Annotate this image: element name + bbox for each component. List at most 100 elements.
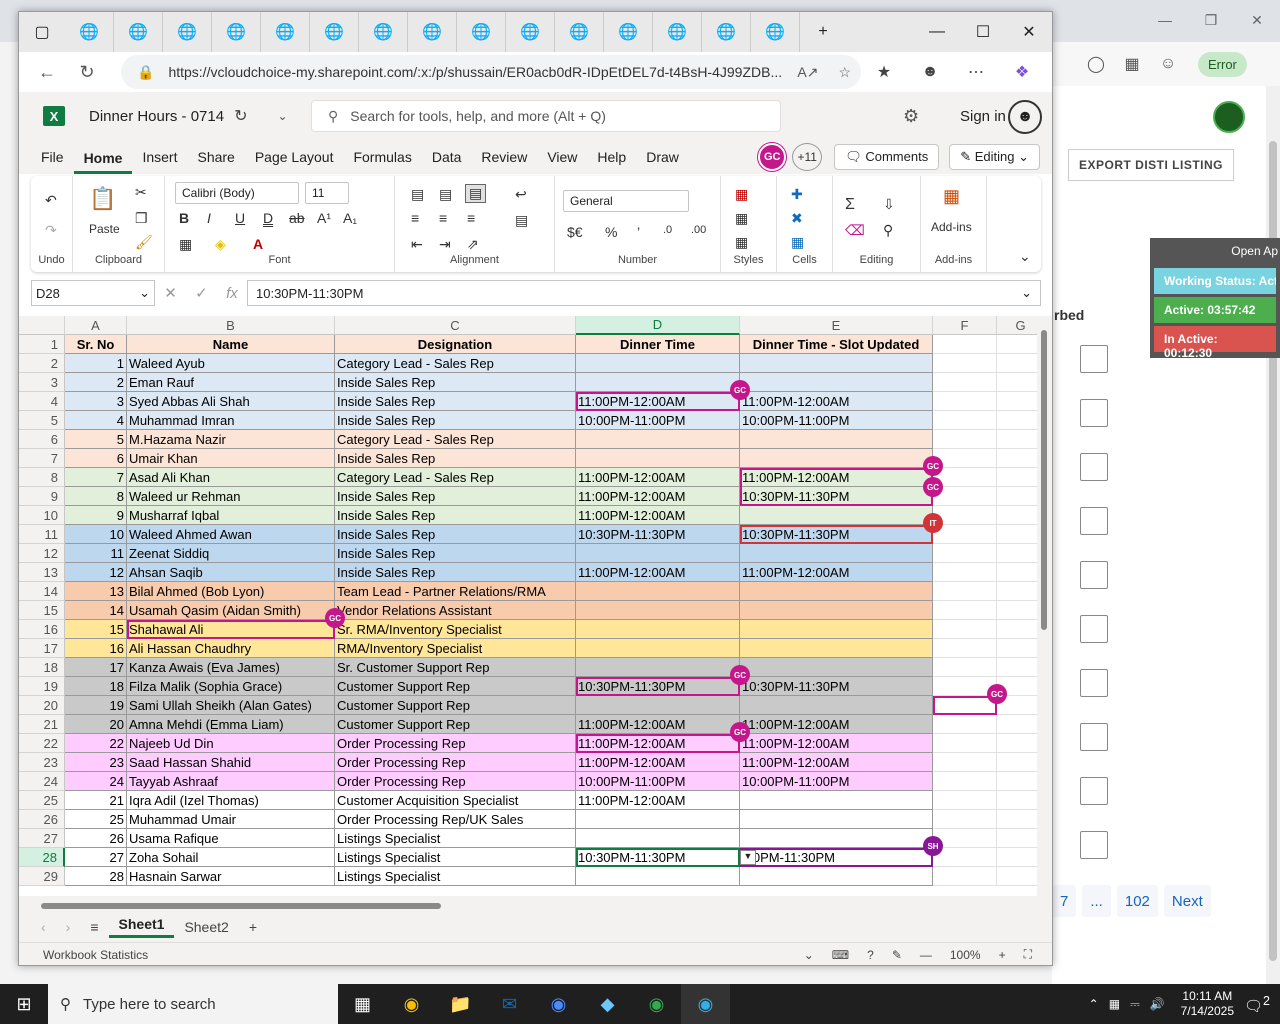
table-cell[interactable]: Inside Sales Rep: [335, 563, 576, 582]
row-header[interactable]: 18: [19, 658, 65, 677]
table-cell[interactable]: [576, 373, 740, 392]
table-cell[interactable]: Vendor Relations Assistant: [335, 601, 576, 620]
error-button[interactable]: Error: [1198, 51, 1247, 77]
increase-decimal-icon[interactable]: .0: [663, 224, 672, 236]
header-cell[interactable]: Name: [127, 335, 335, 354]
empty-cell[interactable]: [933, 810, 997, 829]
table-cell[interactable]: [740, 582, 933, 601]
user-icon[interactable]: ☻: [1008, 100, 1042, 134]
table-cell[interactable]: [740, 506, 933, 525]
table-cell[interactable]: Order Processing Rep: [335, 772, 576, 791]
table-cell[interactable]: 11:00PM-12:00AM: [740, 563, 933, 582]
table-cell[interactable]: Order Processing Rep: [335, 753, 576, 772]
app-icon[interactable]: ◆: [583, 984, 632, 1024]
globe-icon[interactable]: ◯: [1086, 54, 1106, 74]
table-cell[interactable]: [740, 696, 933, 715]
row-header[interactable]: 4: [19, 392, 65, 411]
table-cell[interactable]: [740, 373, 933, 392]
browser-tab[interactable]: 🌐: [359, 12, 408, 52]
table-cell[interactable]: Eman Rauf: [127, 373, 335, 392]
table-cell[interactable]: 11:00PM-12:00AM: [740, 753, 933, 772]
table-cell[interactable]: Muhammad Imran: [127, 411, 335, 430]
row-checkbox[interactable]: [1080, 723, 1108, 751]
table-cell[interactable]: Customer Acquisition Specialist: [335, 791, 576, 810]
borders-icon[interactable]: ▦: [179, 236, 192, 253]
tab-actions-icon[interactable]: ▢: [19, 12, 65, 52]
prev-sheet-icon[interactable]: ‹: [31, 919, 56, 935]
table-cell[interactable]: Filza Malik (Sophia Grace): [127, 677, 335, 696]
enter-icon[interactable]: ✓: [195, 284, 208, 302]
table-cell[interactable]: Usama Rafique: [127, 829, 335, 848]
table-cell[interactable]: Inside Sales Rep: [335, 411, 576, 430]
empty-cell[interactable]: [933, 392, 997, 411]
superscript-icon[interactable]: A¹: [317, 210, 331, 226]
tab-share[interactable]: Share: [187, 140, 244, 174]
format-cells-icon[interactable]: ▦: [791, 234, 804, 251]
table-cell[interactable]: [576, 867, 740, 886]
copilot-icon[interactable]: ❖: [999, 52, 1045, 92]
table-cell[interactable]: Customer Support Rep: [335, 715, 576, 734]
chevron-down-icon[interactable]: ⌄: [277, 109, 287, 123]
table-cell[interactable]: Amna Mehdi (Emma Liam): [127, 715, 335, 734]
table-cell[interactable]: Bilal Ahmed (Bob Lyon): [127, 582, 335, 601]
table-cell[interactable]: [576, 810, 740, 829]
row-checkbox[interactable]: [1080, 561, 1108, 589]
table-cell[interactable]: Customer Support Rep: [335, 677, 576, 696]
table-cell[interactable]: :30PM-11:30PM: [740, 848, 933, 867]
table-cell[interactable]: 10:30PM-11:30PM: [576, 677, 740, 696]
table-cell[interactable]: 11:00PM-12:00AM: [576, 468, 740, 487]
row-header[interactable]: 29: [19, 867, 65, 886]
header-cell[interactable]: Dinner Time - Slot Updated: [740, 335, 933, 354]
fullscreen-icon[interactable]: ⛶: [1024, 947, 1032, 962]
tab-data[interactable]: Data: [422, 140, 472, 174]
row-header[interactable]: 14: [19, 582, 65, 601]
sign-in-link[interactable]: Sign in: [960, 108, 1006, 125]
insert-cells-icon[interactable]: ✚: [791, 186, 803, 203]
table-cell[interactable]: Waleed ur Rehman: [127, 487, 335, 506]
table-cell[interactable]: Shahawal Ali: [127, 620, 335, 639]
row-header[interactable]: 20: [19, 696, 65, 715]
table-cell[interactable]: 9: [65, 506, 127, 525]
table-cell[interactable]: Waleed Ahmed Awan: [127, 525, 335, 544]
browser-tab[interactable]: 🌐: [65, 12, 114, 52]
empty-cell[interactable]: [933, 753, 997, 772]
background-scrollbar[interactable]: [1266, 86, 1280, 984]
table-cell[interactable]: 10:30PM-11:30PM: [740, 525, 933, 544]
table-cell[interactable]: Usamah Qasim (Aidan Smith): [127, 601, 335, 620]
table-cell[interactable]: 10:30PM-11:30PM: [576, 525, 740, 544]
row-header[interactable]: 12: [19, 544, 65, 563]
page-link[interactable]: 7: [1052, 885, 1077, 917]
browser-tab[interactable]: 🌐: [114, 12, 163, 52]
edge-icon[interactable]: ◉: [681, 984, 730, 1024]
close-icon[interactable]: ✕: [1006, 12, 1052, 52]
close-icon[interactable]: ✕: [1234, 0, 1280, 40]
table-cell[interactable]: RMA/Inventory Specialist: [335, 639, 576, 658]
table-cell[interactable]: 28: [65, 867, 127, 886]
empty-cell[interactable]: [933, 734, 997, 753]
align-middle-icon[interactable]: ▤: [439, 186, 452, 203]
restore-icon[interactable]: ❐: [1188, 0, 1234, 40]
horizontal-scrollbar[interactable]: [31, 900, 1037, 912]
merge-icon[interactable]: ▤: [515, 212, 528, 229]
table-cell[interactable]: [576, 430, 740, 449]
table-cell[interactable]: 11:00PM-12:00AM: [576, 487, 740, 506]
page-link[interactable]: 102: [1116, 885, 1158, 917]
table-cell[interactable]: M.Hazama Nazir: [127, 430, 335, 449]
table-cell[interactable]: Listings Specialist: [335, 848, 576, 867]
table-cell[interactable]: 11:00PM-12:00AM: [576, 563, 740, 582]
table-cell[interactable]: 25: [65, 810, 127, 829]
scrollbar-thumb[interactable]: [41, 903, 441, 909]
table-cell[interactable]: 17: [65, 658, 127, 677]
table-cell[interactable]: Syed Abbas Ali Shah: [127, 392, 335, 411]
feedback-icon[interactable]: ✎: [892, 948, 902, 962]
table-cell[interactable]: Waleed Ayub: [127, 354, 335, 373]
table-cell[interactable]: Zoha Sohail: [127, 848, 335, 867]
clock[interactable]: 10:11 AM 7/14/2025: [1181, 989, 1234, 1019]
row-header[interactable]: 22: [19, 734, 65, 753]
windows-start-icon[interactable]: ⊞: [0, 984, 48, 1024]
empty-cell[interactable]: [933, 867, 997, 886]
table-cell[interactable]: 11:00PM-12:00AM: [740, 392, 933, 411]
align-top-icon[interactable]: ▤: [411, 186, 424, 203]
table-cell[interactable]: [576, 639, 740, 658]
table-cell[interactable]: Inside Sales Rep: [335, 392, 576, 411]
